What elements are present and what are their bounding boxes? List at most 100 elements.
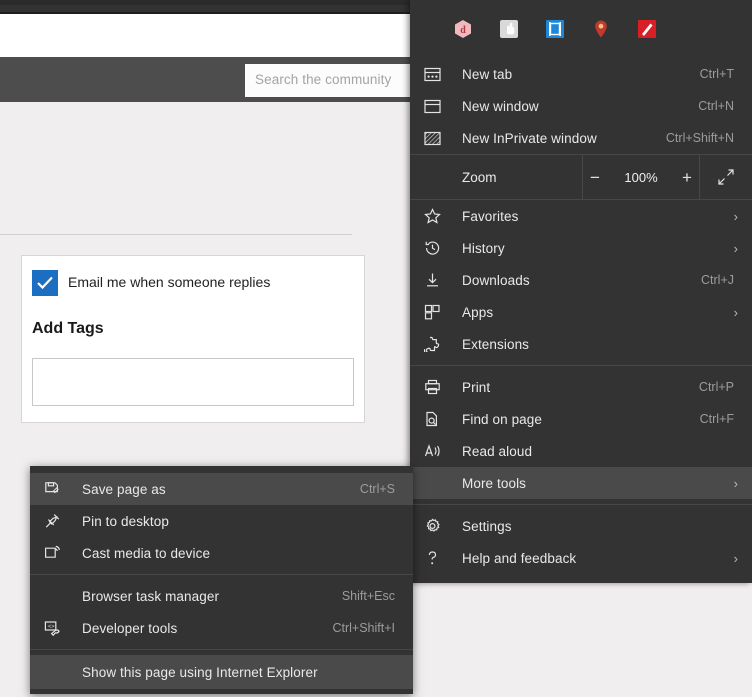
submenu-item-label: Developer tools bbox=[82, 620, 178, 636]
add-tags-input[interactable] bbox=[32, 358, 354, 406]
menu-item-list: New tab Ctrl+T New window Ctrl+N New InP… bbox=[410, 58, 752, 574]
menu-item-label: New InPrivate window bbox=[462, 130, 597, 146]
submenu-item-label: Browser task manager bbox=[82, 588, 220, 604]
zoom-level-value: 100% bbox=[624, 169, 658, 185]
chevron-right-icon: › bbox=[733, 304, 738, 320]
content-divider bbox=[0, 234, 352, 235]
menu-item-label: Print bbox=[462, 379, 491, 395]
submenu-item-label: Pin to desktop bbox=[82, 513, 169, 529]
chevron-right-icon: › bbox=[733, 550, 738, 566]
apps-grid-icon bbox=[424, 302, 448, 322]
submenu-item-developer-tools[interactable]: <> Developer tools Ctrl+Shift+I bbox=[30, 612, 413, 644]
pin-icon bbox=[44, 511, 68, 531]
menu-item-label: New tab bbox=[462, 66, 513, 82]
menu-item-new-inprivate-window[interactable]: New InPrivate window Ctrl+Shift+N bbox=[410, 122, 752, 154]
gesture-extension-icon[interactable] bbox=[498, 18, 520, 40]
menu-item-settings[interactable]: Settings bbox=[410, 510, 752, 542]
email-notify-checkbox[interactable] bbox=[32, 270, 58, 296]
menu-item-label: Settings bbox=[462, 518, 512, 534]
menu-item-accelerator: Ctrl+T bbox=[699, 67, 734, 81]
submenu-item-label: Save page as bbox=[82, 481, 166, 497]
menu-item-accelerator: Ctrl+Shift+N bbox=[665, 131, 734, 145]
read-aloud-icon bbox=[424, 441, 448, 461]
zoom-out-button[interactable]: − bbox=[586, 169, 604, 186]
chevron-right-icon: › bbox=[733, 240, 738, 256]
menu-item-downloads[interactable]: Downloads Ctrl+J bbox=[410, 264, 752, 296]
menu-item-history[interactable]: History › bbox=[410, 232, 752, 264]
submenu-top-padding bbox=[30, 466, 413, 473]
printer-icon bbox=[424, 377, 448, 397]
menu-item-print[interactable]: Print Ctrl+P bbox=[410, 371, 752, 403]
submenu-item-pin-to-desktop[interactable]: Pin to desktop bbox=[30, 505, 413, 537]
submenu-item-cast-media-to-device[interactable]: Cast media to device bbox=[30, 537, 413, 569]
menu-item-extensions[interactable]: Extensions bbox=[410, 328, 752, 360]
email-notify-label: Email me when someone replies bbox=[68, 274, 271, 290]
screenshot-extension-icon[interactable] bbox=[544, 18, 566, 40]
submenu-item-accelerator: Shift+Esc bbox=[341, 589, 395, 603]
menu-item-read-aloud[interactable]: Read aloud bbox=[410, 435, 752, 467]
submenu-item-show-in-internet-explorer[interactable]: Show this page using Internet Explorer bbox=[30, 655, 413, 689]
more-tools-icon-placeholder bbox=[424, 473, 448, 493]
chevron-right-icon: › bbox=[733, 208, 738, 224]
ie-icon-placeholder bbox=[44, 662, 68, 682]
puzzle-piece-icon bbox=[424, 334, 448, 354]
submenu-separator bbox=[30, 574, 413, 575]
zoom-row: Zoom − 100% + bbox=[410, 154, 752, 200]
menu-item-favorites[interactable]: Favorites › bbox=[410, 200, 752, 232]
devtools-icon: <> bbox=[44, 618, 68, 638]
extensions-toolbar: d bbox=[410, 0, 752, 58]
edge-main-menu: d New tab Ctrl+T New window Ctrl+N New I… bbox=[410, 0, 752, 583]
menu-separator bbox=[410, 365, 752, 366]
menu-item-label: Extensions bbox=[462, 336, 530, 352]
highlighter-extension-icon[interactable] bbox=[636, 18, 658, 40]
zoom-label: Zoom bbox=[462, 169, 497, 185]
menu-item-help-and-feedback[interactable]: Help and feedback › bbox=[410, 542, 752, 574]
menu-item-new-tab[interactable]: New tab Ctrl+T bbox=[410, 58, 752, 90]
menu-item-find-on-page[interactable]: Find on page Ctrl+F bbox=[410, 403, 752, 435]
find-page-icon bbox=[424, 409, 448, 429]
svg-text:d: d bbox=[460, 25, 466, 36]
star-icon bbox=[424, 206, 448, 226]
submenu-item-label: Show this page using Internet Explorer bbox=[82, 664, 318, 680]
add-tags-heading: Add Tags bbox=[32, 320, 104, 337]
question-mark-icon bbox=[424, 548, 448, 568]
menu-item-label: Read aloud bbox=[462, 443, 533, 459]
menu-item-accelerator: Ctrl+P bbox=[698, 380, 734, 394]
menu-item-label: History bbox=[462, 240, 505, 256]
menu-item-label: New window bbox=[462, 98, 539, 114]
menu-item-apps[interactable]: Apps › bbox=[410, 296, 752, 328]
menu-item-label: Apps bbox=[462, 304, 494, 320]
menu-item-accelerator: Ctrl+F bbox=[699, 412, 734, 426]
menu-separator bbox=[410, 504, 752, 505]
chevron-right-icon: › bbox=[733, 475, 738, 491]
cast-icon bbox=[44, 543, 68, 563]
save-disk-pencil-icon bbox=[44, 479, 68, 499]
location-pin-extension-icon[interactable] bbox=[590, 18, 612, 40]
submenu-item-accelerator: Ctrl+Shift+I bbox=[332, 621, 395, 635]
download-arrow-icon bbox=[424, 270, 448, 290]
menu-item-more-tools[interactable]: More tools › bbox=[410, 467, 752, 499]
inprivate-icon bbox=[424, 128, 448, 148]
submenu-item-label: Cast media to device bbox=[82, 545, 211, 561]
new-tab-icon bbox=[424, 64, 448, 84]
new-window-icon bbox=[424, 96, 448, 116]
menu-item-new-window[interactable]: New window Ctrl+N bbox=[410, 90, 752, 122]
menu-item-label: Downloads bbox=[462, 272, 530, 288]
submenu-item-browser-task-manager[interactable]: Browser task manager Shift+Esc bbox=[30, 580, 413, 612]
more-tools-submenu: Save page as Ctrl+S Pin to desktop Cast … bbox=[30, 466, 413, 694]
svg-text:<>: <> bbox=[48, 624, 54, 630]
menu-item-label: Help and feedback bbox=[462, 550, 577, 566]
fullscreen-button[interactable] bbox=[700, 168, 752, 186]
search-placeholder: Search the community bbox=[255, 72, 392, 87]
zoom-in-button[interactable]: + bbox=[678, 169, 696, 186]
menu-item-accelerator: Ctrl+N bbox=[698, 99, 734, 113]
submenu-item-save-page-as[interactable]: Save page as Ctrl+S bbox=[30, 473, 413, 505]
dictionary-extension-icon[interactable]: d bbox=[452, 18, 474, 40]
fullscreen-arrows-icon bbox=[718, 169, 734, 185]
menu-item-label: More tools bbox=[462, 475, 527, 491]
submenu-item-accelerator: Ctrl+S bbox=[359, 482, 395, 496]
task-manager-icon-placeholder bbox=[44, 586, 68, 606]
gear-icon bbox=[424, 516, 448, 536]
zoom-controls: − 100% + bbox=[582, 154, 700, 200]
checkmark-icon bbox=[37, 276, 53, 290]
